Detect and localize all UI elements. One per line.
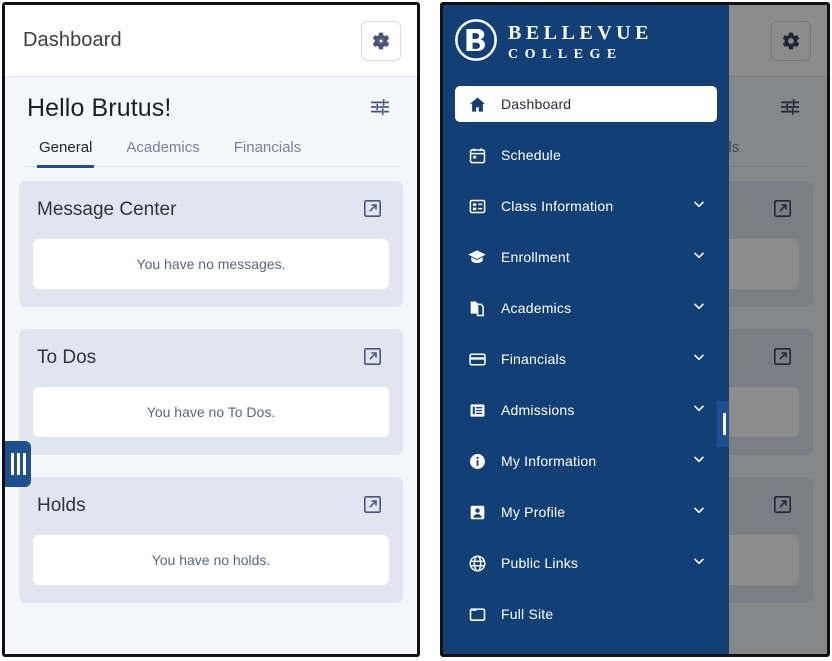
chevron-down-icon[interactable] [691, 298, 707, 319]
settings-button[interactable] [361, 20, 401, 61]
window-icon [467, 604, 487, 624]
nav-item-label: Enrollment [501, 249, 570, 265]
nav-item-label: My Information [501, 453, 597, 469]
nav-item-label: My Profile [501, 504, 566, 520]
brand-line-2: COLLEGE [508, 47, 623, 62]
tab-academics[interactable]: Academics [124, 139, 201, 168]
screenshot-root: Dashboard Hello Brutus! General Academic… [0, 0, 832, 661]
card-empty-state: You have no messages. [33, 239, 389, 289]
info-circle-icon [467, 451, 487, 471]
card-to-dos: To Dos You have no To Dos. [19, 329, 403, 455]
card-holds: Holds You have no holds. [19, 477, 403, 603]
chevron-down-icon[interactable] [691, 451, 707, 472]
nav-item-class-information[interactable]: Class Information [455, 188, 717, 224]
brand-line-1: BELLEVUE [508, 22, 653, 44]
card-empty-text: You have no holds. [151, 552, 271, 568]
chevron-down-icon[interactable] [691, 196, 707, 217]
card-empty-text: You have no To Dos. [146, 404, 276, 420]
class-list-icon [467, 196, 487, 216]
document-list-icon [467, 400, 487, 420]
card-empty-state: You have no holds. [33, 535, 389, 585]
documents-icon [467, 298, 487, 318]
left-panel-dashboard: Dashboard Hello Brutus! General Academic… [2, 2, 420, 657]
person-badge-icon [467, 502, 487, 522]
nav-item-label: Dashboard [501, 96, 572, 112]
tab-general[interactable]: General [37, 139, 95, 168]
chevron-down-icon[interactable] [691, 247, 707, 268]
dashboard-tabs: General Academics Financials [27, 125, 399, 168]
tune-sliders-icon [369, 96, 391, 121]
nav-item-dashboard[interactable]: Dashboard [455, 86, 717, 122]
external-link-icon [362, 494, 383, 518]
nav-item-label: Academics [501, 300, 572, 316]
page-title: Dashboard [23, 29, 122, 51]
greeting-title: Hello Brutus! [27, 93, 172, 122]
brand-logo: BELLEVUE COLLEGE [443, 5, 729, 80]
nav-item-label: Class Information [501, 198, 614, 214]
greeting-block: Hello Brutus! [5, 77, 417, 168]
nav-item-schedule[interactable]: Schedule [455, 137, 717, 173]
nav-item-financials[interactable]: Financials [455, 341, 717, 377]
dashboard-options-button[interactable] [365, 93, 395, 123]
expand-card-button[interactable] [359, 493, 385, 519]
home-icon [467, 94, 487, 114]
navigation-drawer: BELLEVUE COLLEGE Dashboard Schedule Clas… [443, 5, 729, 654]
nav-item-label: Schedule [501, 147, 561, 163]
nav-item-full-site[interactable]: Full Site [455, 596, 717, 632]
card-title: To Dos [37, 347, 97, 368]
gear-icon [371, 31, 391, 51]
expand-card-button[interactable] [359, 345, 385, 371]
credit-card-icon [467, 349, 487, 369]
app-header: Dashboard [5, 5, 417, 77]
nav-item-label: Public Links [501, 555, 579, 571]
tab-financials[interactable]: Financials [232, 139, 304, 168]
grip-handle-icon [10, 453, 26, 475]
nav-item-label: Financials [501, 351, 567, 367]
nav-item-public-links[interactable]: Public Links [455, 545, 717, 581]
chevron-down-icon[interactable] [691, 400, 707, 421]
nav-item-label: Full Site [501, 606, 554, 622]
graduation-cap-icon [467, 247, 487, 267]
circled-b-monogram-icon [453, 17, 499, 68]
chevron-down-icon[interactable] [691, 349, 707, 370]
nav-item-my-profile[interactable]: My Profile [455, 494, 717, 530]
card-message-center: Message Center You have no messages. [19, 181, 403, 307]
dashboard-cards: Message Center You have no messages. To … [5, 167, 417, 603]
expand-card-button[interactable] [359, 197, 385, 223]
grip-handle-icon [722, 413, 729, 435]
right-panel-nav-open: Dashboard Hello Brutus! [440, 2, 830, 657]
external-link-icon [362, 346, 383, 370]
calendar-icon [467, 145, 487, 165]
card-title: Holds [37, 495, 86, 516]
nav-item-label: Admissions [501, 402, 575, 418]
nav-item-admissions[interactable]: Admissions [455, 392, 717, 428]
external-link-icon [362, 198, 383, 222]
card-title: Message Center [37, 199, 177, 220]
nav-drawer-handle[interactable] [5, 441, 31, 487]
card-empty-state: You have no To Dos. [33, 387, 389, 437]
nav-item-academics[interactable]: Academics [455, 290, 717, 326]
nav-list: Dashboard Schedule Class Information Enr… [443, 80, 729, 632]
nav-drawer-handle[interactable] [717, 401, 729, 447]
chevron-down-icon[interactable] [691, 502, 707, 523]
nav-item-enrollment[interactable]: Enrollment [455, 239, 717, 275]
nav-item-my-information[interactable]: My Information [455, 443, 717, 479]
chevron-down-icon[interactable] [691, 553, 707, 574]
globe-icon [467, 553, 487, 573]
card-empty-text: You have no messages. [136, 256, 286, 272]
